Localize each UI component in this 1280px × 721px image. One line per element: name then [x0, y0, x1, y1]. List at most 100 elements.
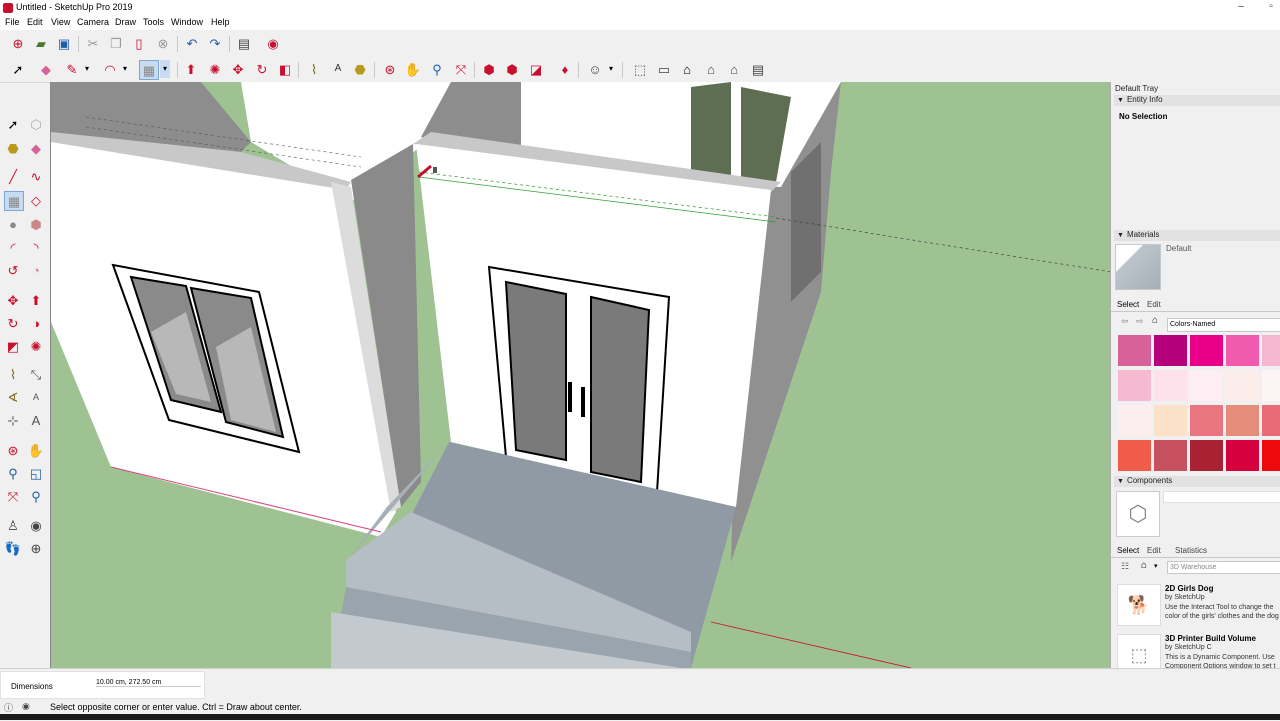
menu-view[interactable]: View	[51, 17, 70, 27]
material-swatch[interactable]	[1190, 440, 1223, 471]
chevron-down-icon[interactable]: ▾	[160, 60, 170, 78]
tape-measure-icon[interactable]: ⌇	[305, 60, 323, 78]
rectangle-tool-icon[interactable]: ▦	[4, 191, 24, 211]
geolocation-icon[interactable]: ◉	[22, 701, 30, 712]
measurements-box[interactable]: Dimensions 10.00 cm, 272.50 cm	[0, 671, 205, 699]
pencil-icon[interactable]: ✎	[63, 60, 81, 78]
arc-icon[interactable]: ◠	[101, 60, 119, 78]
paint-icon[interactable]: ⬣	[351, 60, 369, 78]
back-arrow-icon[interactable]: ⇦	[1121, 316, 1129, 327]
material-swatch[interactable]	[1118, 440, 1151, 471]
components-select-tab[interactable]: Select	[1117, 546, 1139, 555]
materials-edit-tab[interactable]: Edit	[1147, 300, 1161, 309]
model-viewport[interactable]	[50, 82, 1111, 668]
eraser-tool-icon[interactable]: ◆	[27, 139, 45, 157]
zoom-icon[interactable]: ⚲	[428, 60, 446, 78]
forward-arrow-icon[interactable]: ⇨	[1136, 316, 1144, 327]
follow-me-icon[interactable]: ✺	[206, 60, 224, 78]
arc-tool-icon[interactable]: ◜	[4, 238, 22, 256]
material-swatch[interactable]	[1154, 440, 1187, 471]
material-swatch[interactable]	[1226, 370, 1259, 401]
pan-icon[interactable]: ✋	[404, 60, 422, 78]
look-around-icon[interactable]: ◉	[27, 516, 45, 534]
text-icon[interactable]: A	[329, 60, 347, 78]
previous-view-icon[interactable]: ⚲	[27, 487, 45, 505]
polygon-tool-icon[interactable]: ⬢	[27, 215, 45, 233]
extension-icon[interactable]: ◉	[264, 34, 282, 52]
list-item[interactable]: ⬚ 3D Printer Build Volume by SketchUp C …	[1115, 632, 1280, 668]
orbit-icon[interactable]: ⊛	[381, 60, 399, 78]
rectangle-icon[interactable]: ▦	[139, 60, 159, 80]
move-icon[interactable]: ✥	[229, 60, 247, 78]
user-icon[interactable]: ☺	[586, 60, 604, 78]
menu-window[interactable]: Window	[171, 17, 203, 27]
left-view-icon[interactable]: ▤	[749, 60, 767, 78]
circle-tool-icon[interactable]: ●	[4, 215, 22, 233]
chevron-down-icon[interactable]: ▾	[120, 60, 130, 78]
select-icon[interactable]: ➚	[9, 60, 27, 78]
material-swatch[interactable]	[1190, 405, 1223, 436]
warehouse-icon[interactable]: ⬢	[480, 60, 498, 78]
zoom-window-icon[interactable]: ◱	[27, 464, 45, 482]
zoom-extents-tool-icon[interactable]: ⤧	[4, 487, 22, 505]
chevron-down-icon[interactable]: ▾	[1154, 562, 1158, 570]
tape-measure-tool-icon[interactable]: ⌇	[4, 365, 22, 383]
text-tool-icon[interactable]: A	[27, 388, 45, 406]
list-item[interactable]: 🐕 2D Girls Dog by SketchUp Use the Inter…	[1115, 582, 1280, 630]
section-plane-icon[interactable]: ⊕	[27, 539, 45, 557]
menu-edit[interactable]: Edit	[27, 17, 43, 27]
material-swatch[interactable]	[1226, 335, 1259, 366]
position-camera-icon[interactable]: ♙	[4, 516, 22, 534]
3d-text-tool-icon[interactable]: A	[27, 411, 45, 429]
cut-icon[interactable]: ✂	[84, 34, 102, 52]
pan-tool-icon[interactable]: ✋	[27, 441, 45, 459]
push-pull-tool-icon[interactable]: ⬆	[27, 291, 45, 309]
restore-button[interactable]: ▫	[1264, 1, 1278, 12]
material-swatch[interactable]	[1226, 440, 1259, 471]
menu-file[interactable]: File	[5, 17, 20, 27]
make-component-icon[interactable]: ⬡	[27, 115, 45, 133]
material-swatch[interactable]	[1118, 405, 1151, 436]
orbit-tool-icon[interactable]: ⊛	[4, 441, 22, 459]
material-swatch[interactable]	[1190, 335, 1223, 366]
print-icon[interactable]: ▤	[235, 34, 253, 52]
redo-icon[interactable]: ↷	[206, 34, 224, 52]
offset-icon[interactable]: ◧	[276, 60, 294, 78]
scale-tool-icon[interactable]: ◩	[4, 337, 22, 355]
save-icon[interactable]: ▣	[55, 34, 73, 52]
freehand-tool-icon[interactable]: ∿	[27, 167, 45, 185]
material-swatch[interactable]	[1262, 370, 1280, 401]
view-options-icon[interactable]: ☷	[1121, 561, 1129, 572]
select-tool-icon[interactable]: ➚	[4, 115, 22, 133]
components-header[interactable]: ▼ Components	[1114, 476, 1280, 487]
layout-icon[interactable]: ◪	[527, 60, 545, 78]
back-view-icon[interactable]: ⌂	[725, 60, 743, 78]
menu-camera[interactable]: Camera	[77, 17, 109, 27]
right-view-icon[interactable]: ⌂	[702, 60, 720, 78]
front-view-icon[interactable]: ⌂	[678, 60, 696, 78]
material-swatch[interactable]	[1190, 370, 1223, 401]
copy-icon[interactable]: ❐	[107, 34, 125, 52]
two-point-arc-icon[interactable]: ◝	[27, 238, 45, 256]
paint-bucket-icon[interactable]: ⬣	[4, 139, 22, 157]
minimize-button[interactable]: –	[1234, 1, 1248, 12]
move-tool-icon[interactable]: ✥	[4, 291, 22, 309]
warehouse-search-input[interactable]: 3D Warehouse	[1167, 561, 1280, 574]
home-icon[interactable]: ⌂	[1141, 560, 1147, 571]
library-select[interactable]: Colors-Named	[1167, 318, 1280, 332]
model-info-icon[interactable]: ⊕	[9, 34, 27, 52]
home-icon[interactable]: ⌂	[1152, 315, 1158, 326]
protractor-tool-icon[interactable]: ∢	[4, 388, 22, 406]
components-edit-tab[interactable]: Edit	[1147, 546, 1161, 555]
material-swatch[interactable]	[1154, 405, 1187, 436]
eraser-icon[interactable]: ◆	[37, 60, 55, 78]
three-point-arc-icon[interactable]: ↺	[4, 261, 22, 279]
open-icon[interactable]: ▰	[32, 34, 50, 52]
extension-warehouse-icon[interactable]: ⬢	[503, 60, 521, 78]
walk-tool-icon[interactable]: 👣	[4, 539, 22, 557]
zoom-tool-icon[interactable]: ⚲	[4, 464, 22, 482]
entity-info-header[interactable]: ▼ Entity Info	[1114, 95, 1280, 106]
material-name[interactable]: Default	[1166, 244, 1280, 256]
dimension-tool-icon[interactable]: ⤡	[27, 365, 45, 383]
info-icon[interactable]: ⓘ	[4, 701, 13, 714]
